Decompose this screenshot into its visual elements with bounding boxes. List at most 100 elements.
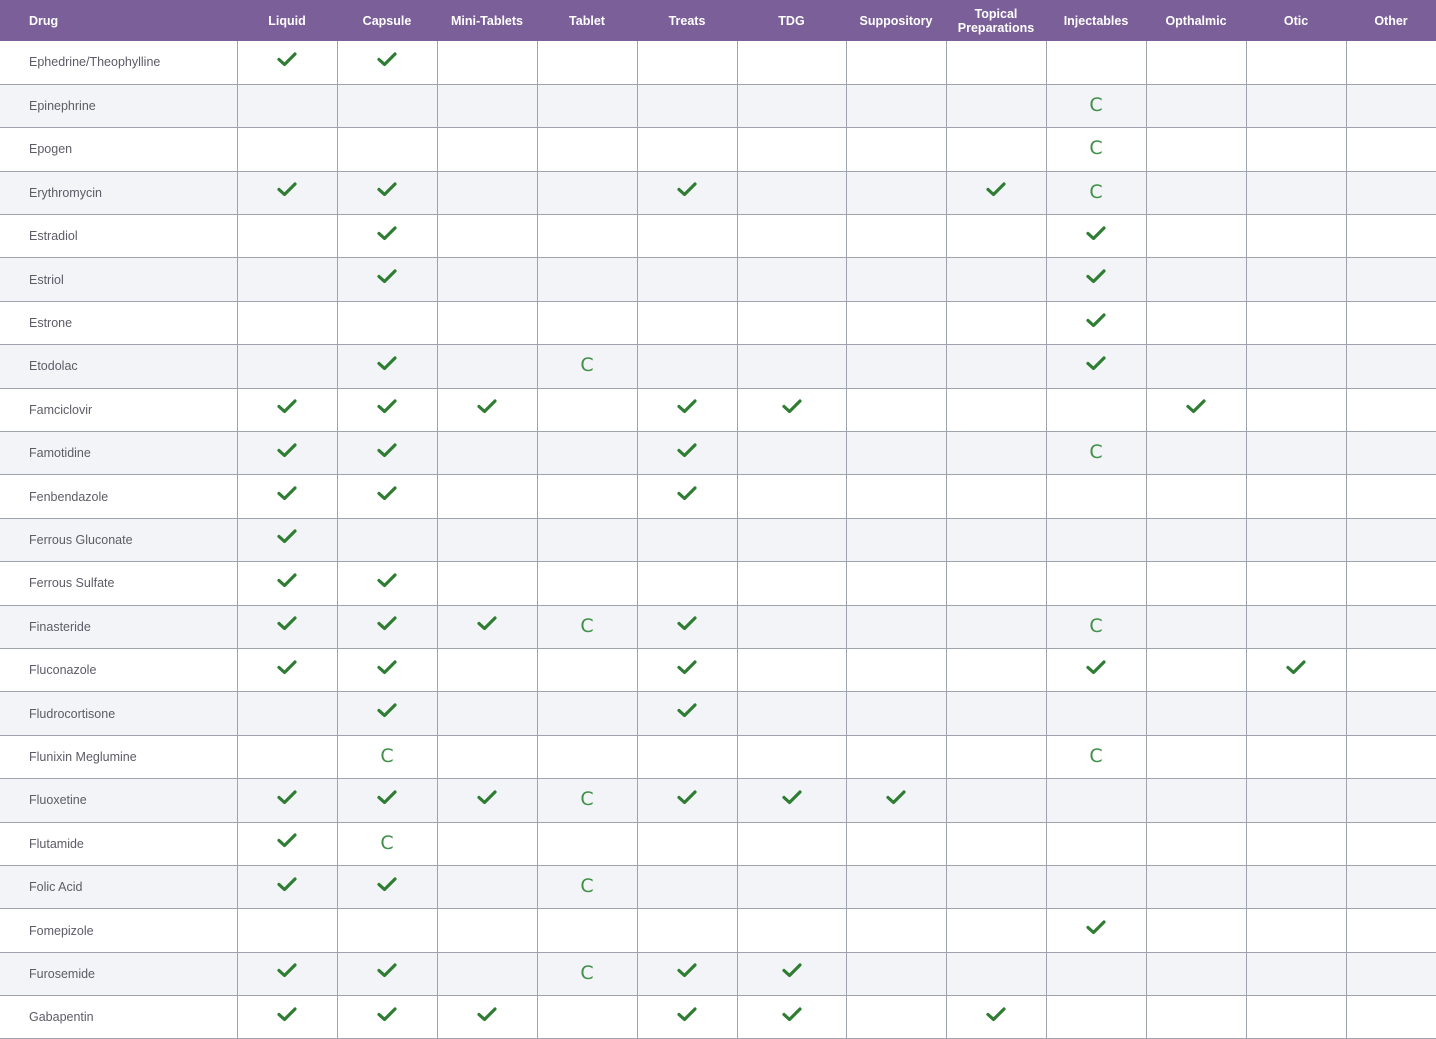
compound-mark: C	[380, 831, 394, 854]
cell-other	[1346, 908, 1436, 953]
cell-suppository	[846, 908, 947, 953]
cell-topical-preparations	[946, 865, 1047, 910]
compound-mark: C	[1089, 94, 1103, 117]
cell-tablet	[537, 214, 638, 259]
cell-tablet	[537, 171, 638, 216]
drug-name: Gabapentin	[0, 995, 238, 1039]
compound-mark: C	[1089, 180, 1103, 203]
cell-mini-tablets	[437, 301, 538, 346]
cell-treats	[637, 214, 738, 259]
cell-other	[1346, 171, 1436, 216]
cell-injectables	[1046, 952, 1147, 997]
compound-mark: C	[1089, 137, 1103, 160]
cell-otic	[1246, 84, 1347, 129]
cell-mini-tablets	[437, 41, 538, 85]
table-row: Estradiol	[0, 214, 1436, 259]
cell-mini-tablets	[437, 561, 538, 606]
table-row: Ferrous Sulfate	[0, 561, 1436, 606]
check-icon	[276, 962, 298, 980]
check-icon	[985, 1006, 1007, 1024]
cell-otic	[1246, 214, 1347, 259]
cell-tdg	[737, 301, 847, 346]
cell-mini-tablets	[437, 431, 538, 476]
cell-tdg	[737, 127, 847, 172]
check-icon	[276, 832, 298, 850]
cell-opthalmic	[1146, 908, 1247, 953]
cell-capsule	[337, 865, 438, 910]
cell-liquid	[237, 605, 338, 649]
drug-name: Etodolac	[0, 344, 238, 389]
cell-other	[1346, 778, 1436, 823]
cell-tdg	[737, 908, 847, 953]
cell-tdg	[737, 214, 847, 259]
column-header-injectables: Injectables	[1046, 0, 1146, 41]
cell-topical-preparations	[946, 474, 1047, 519]
cell-otic	[1246, 822, 1347, 866]
cell-mini-tablets	[437, 344, 538, 389]
cell-injectables	[1046, 474, 1147, 519]
cell-tdg	[737, 648, 847, 693]
check-icon	[276, 485, 298, 503]
cell-capsule	[337, 474, 438, 519]
cell-tdg	[737, 691, 847, 736]
cell-topical-preparations	[946, 127, 1047, 172]
cell-liquid	[237, 735, 338, 780]
cell-tablet	[537, 84, 638, 129]
check-icon	[276, 528, 298, 546]
check-icon	[781, 962, 803, 980]
cell-injectables	[1046, 214, 1147, 259]
check-icon	[376, 962, 398, 980]
cell-mini-tablets	[437, 84, 538, 129]
cell-otic	[1246, 127, 1347, 172]
cell-mini-tablets	[437, 865, 538, 910]
cell-injectables: C	[1046, 84, 1147, 129]
cell-topical-preparations	[946, 518, 1047, 563]
check-icon	[276, 659, 298, 677]
table-row: Fenbendazole	[0, 474, 1436, 519]
cell-mini-tablets	[437, 952, 538, 997]
cell-otic	[1246, 952, 1347, 997]
cell-injectables: C	[1046, 431, 1147, 476]
table-row: Etodolac C	[0, 344, 1436, 389]
cell-otic	[1246, 344, 1347, 389]
cell-injectables	[1046, 822, 1147, 866]
cell-other	[1346, 214, 1436, 259]
cell-liquid	[237, 561, 338, 606]
cell-topical-preparations	[946, 344, 1047, 389]
column-header-topical-preparations: Topical Preparations	[946, 0, 1046, 41]
check-icon	[476, 398, 498, 416]
cell-otic	[1246, 605, 1347, 649]
cell-topical-preparations	[946, 171, 1047, 216]
drug-name: Fluoxetine	[0, 778, 238, 823]
cell-capsule	[337, 257, 438, 302]
cell-suppository	[846, 127, 947, 172]
cell-suppository	[846, 865, 947, 910]
cell-suppository	[846, 431, 947, 476]
cell-injectables	[1046, 257, 1147, 302]
check-icon	[276, 442, 298, 460]
cell-liquid	[237, 908, 338, 953]
check-icon	[376, 355, 398, 373]
cell-capsule	[337, 561, 438, 606]
cell-injectables: C	[1046, 127, 1147, 172]
cell-liquid	[237, 778, 338, 823]
check-icon	[376, 181, 398, 199]
check-icon	[376, 268, 398, 286]
cell-capsule	[337, 778, 438, 823]
cell-liquid	[237, 648, 338, 693]
cell-liquid	[237, 301, 338, 346]
cell-suppository	[846, 778, 947, 823]
cell-capsule	[337, 952, 438, 997]
cell-other	[1346, 474, 1436, 519]
cell-opthalmic	[1146, 518, 1247, 563]
cell-suppository	[846, 214, 947, 259]
cell-liquid	[237, 171, 338, 216]
check-icon	[376, 659, 398, 677]
drug-name: Flunixin Meglumine	[0, 735, 238, 780]
drug-name: Fludrocortisone	[0, 691, 238, 736]
cell-otic	[1246, 388, 1347, 433]
cell-mini-tablets	[437, 127, 538, 172]
cell-opthalmic	[1146, 474, 1247, 519]
cell-topical-preparations	[946, 735, 1047, 780]
cell-capsule	[337, 518, 438, 563]
